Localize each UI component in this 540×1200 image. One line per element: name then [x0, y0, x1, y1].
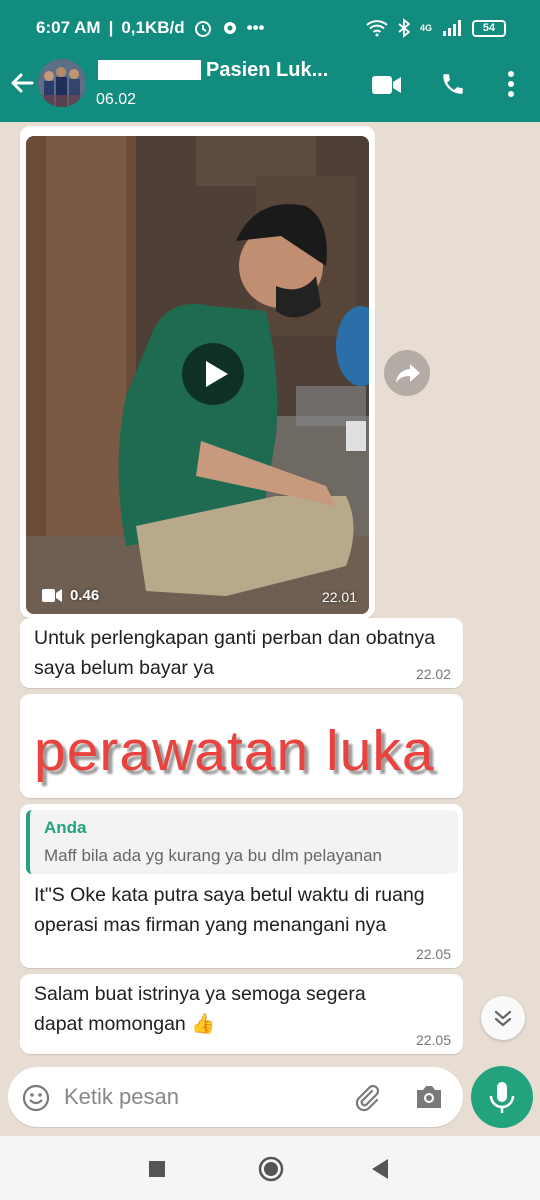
- network-label: 4G: [419, 23, 432, 33]
- text-message[interactable]: Salam buat istrinya ya semoga segera dap…: [20, 974, 463, 1054]
- scroll-down-button[interactable]: [481, 996, 525, 1040]
- forward-button[interactable]: [384, 350, 430, 396]
- status-time: 6:07 AM: [36, 18, 101, 37]
- video-cam-icon: [42, 589, 62, 602]
- quote-author: Anda: [44, 818, 87, 837]
- message-input[interactable]: [64, 1079, 344, 1115]
- chat-header: Pasien Luk... 06.02: [0, 56, 540, 122]
- forward-icon: [396, 364, 420, 383]
- chat-area[interactable]: 0.46 22.01 Untuk perlengkapan ganti perb…: [0, 122, 540, 1136]
- video-duration-text: 0.46: [70, 587, 100, 604]
- play-icon[interactable]: [182, 343, 244, 405]
- back-icon[interactable]: [372, 1159, 388, 1179]
- video-thumbnail[interactable]: 0.46 22.01: [26, 136, 369, 614]
- mic-icon: [489, 1082, 515, 1113]
- chevron-down-double-icon: [494, 1010, 512, 1027]
- message-time: 22.05: [415, 1032, 451, 1048]
- settings-icon: [223, 22, 236, 34]
- message-time: 22.02: [415, 666, 451, 682]
- wifi-icon: [366, 20, 388, 37]
- system-nav-bar: [0, 1136, 540, 1200]
- bluetooth-icon: [398, 18, 410, 38]
- quoted-message[interactable]: Anda Maff bila ada yg kurang ya bu dlm p…: [26, 810, 458, 874]
- signal-icon: [443, 20, 461, 36]
- quote-text: Maff bila ada yg kurang ya bu dlm pelaya…: [44, 846, 383, 865]
- message-time: 22.01: [321, 589, 357, 605]
- status-bar: 6:07 AM | 0,1KB/d ••• 4G 54: [0, 0, 540, 56]
- video-duration: 0.46: [42, 587, 99, 604]
- mic-button[interactable]: [471, 1066, 533, 1128]
- contact-subtitle: 06.02: [96, 91, 137, 108]
- redacted-name: [98, 60, 201, 80]
- attach-icon[interactable]: [352, 1083, 382, 1113]
- camera-icon[interactable]: [414, 1084, 444, 1110]
- image-text: perawatan luka: [34, 719, 435, 783]
- message-time: 22.05: [415, 946, 451, 962]
- message-text: It"S Oke kata putra saya betul waktu di …: [34, 884, 425, 936]
- more-vert-icon[interactable]: [506, 70, 516, 98]
- status-speed: 0,1KB/d: [121, 18, 185, 37]
- text-message[interactable]: Untuk perlengkapan ganti perban dan obat…: [20, 618, 463, 688]
- status-separator: |: [108, 18, 114, 37]
- message-input-bar: [8, 1067, 463, 1127]
- message-text: Salam buat istrinya ya semoga segera dap…: [34, 983, 366, 1035]
- home-icon[interactable]: [258, 1156, 284, 1182]
- alarm-icon: [194, 21, 211, 37]
- more-status-icon: •••: [246, 18, 265, 37]
- video-call-icon[interactable]: [372, 75, 402, 95]
- phone-icon[interactable]: [440, 71, 466, 97]
- battery-icon: 54: [472, 19, 506, 37]
- back-arrow-icon[interactable]: [8, 69, 36, 97]
- reply-message[interactable]: Anda Maff bila ada yg kurang ya bu dlm p…: [20, 804, 463, 968]
- message-text: Untuk perlengkapan ganti perban dan obat…: [34, 627, 436, 679]
- emoji-icon[interactable]: [22, 1084, 50, 1112]
- image-message[interactable]: perawatan luka: [20, 694, 463, 798]
- video-message[interactable]: 0.46 22.01: [20, 126, 375, 618]
- contact-name[interactable]: Pasien Luk...: [206, 59, 328, 82]
- recents-icon[interactable]: [148, 1160, 166, 1178]
- avatar[interactable]: [38, 59, 86, 107]
